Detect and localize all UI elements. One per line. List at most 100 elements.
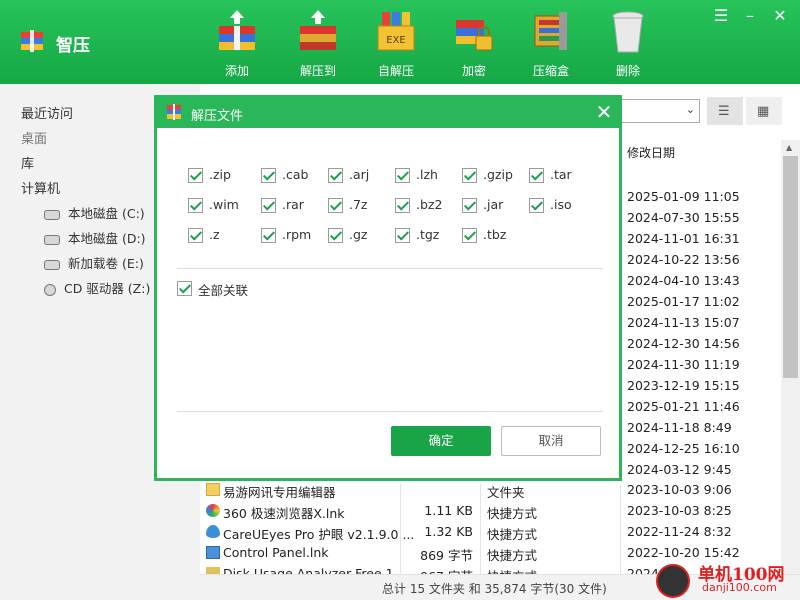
- file-size: 1.32 KB: [424, 524, 473, 539]
- extract-to-icon: [300, 10, 336, 50]
- date-cell: 2024-11-01 16:31: [627, 231, 740, 246]
- checkbox-box[interactable]: [395, 198, 410, 213]
- app-logo-icon: [21, 30, 43, 52]
- checkbox-label: 全部关联: [198, 283, 249, 298]
- checkbox-label: .gz: [349, 227, 368, 242]
- checkbox-box[interactable]: [177, 281, 192, 296]
- table-row[interactable]: 易游网讯专用编辑器 文件夹 2023-10-03 9:06: [200, 480, 780, 501]
- compress-box-icon: [534, 12, 567, 50]
- vertical-scrollbar[interactable]: ▲: [781, 140, 800, 574]
- hard-drive-icon: [44, 209, 60, 220]
- sidebar-drive-z[interactable]: CD 驱动器 (Z:): [44, 278, 150, 297]
- minimize-icon[interactable]: –: [740, 6, 760, 26]
- browser-360-icon: [206, 504, 220, 517]
- checkbox-label: .jar: [483, 197, 504, 212]
- checkbox-label: .arj: [349, 167, 370, 182]
- eye-icon: [206, 525, 220, 538]
- dialog-close-icon[interactable]: ✕: [593, 100, 615, 124]
- checkbox-box[interactable]: [395, 228, 410, 243]
- sidebar-drive-d[interactable]: 本地磁盘 (D:): [44, 228, 146, 247]
- hard-drive-icon: [44, 234, 60, 245]
- grid-view-button[interactable]: ▦: [746, 97, 782, 125]
- add-button[interactable]: 添加: [205, 8, 269, 80]
- checkbox-box[interactable]: [188, 228, 203, 243]
- checkbox-box[interactable]: [395, 168, 410, 183]
- checkbox-label: .gzip: [483, 167, 513, 182]
- checkbox-box[interactable]: [261, 228, 276, 243]
- date-cell: 2024-03-12 9:45: [627, 462, 732, 477]
- file-date: 2022-11-24 8:32: [627, 524, 732, 539]
- file-type: 快捷方式: [487, 506, 538, 521]
- checkbox-box[interactable]: [328, 228, 343, 243]
- date-cell: 2025-01-09 11:05: [627, 189, 740, 204]
- checkbox-box[interactable]: [462, 168, 477, 183]
- sidebar-item-desktop[interactable]: 桌面: [21, 128, 47, 147]
- date-cell: 2024-10-22 13:56: [627, 252, 740, 267]
- app-title: 智压: [56, 36, 90, 56]
- checkbox-box[interactable]: [328, 198, 343, 213]
- date-cell: 2025-01-21 11:46: [627, 399, 740, 414]
- checkbox-box[interactable]: [188, 198, 203, 213]
- column-header-date[interactable]: 修改日期: [627, 144, 675, 161]
- path-dropdown[interactable]: ⌄: [618, 99, 700, 123]
- watermark-subtext: danji100.com: [702, 581, 777, 594]
- folder-icon: [206, 483, 220, 496]
- encrypt-button[interactable]: 加密: [442, 8, 506, 80]
- checkbox-box[interactable]: [462, 198, 477, 213]
- extract-to-label: 解压到: [299, 64, 336, 78]
- checkbox-box[interactable]: [328, 168, 343, 183]
- date-cell: 2024-12-30 14:56: [627, 336, 740, 351]
- encrypt-label: 加密: [461, 64, 486, 78]
- table-row[interactable]: 360 极速浏览器X.lnk 1.11 KB 快捷方式 2023-10-03 8…: [200, 501, 780, 522]
- checkbox-label: .cab: [282, 167, 309, 182]
- checkbox-label: .z: [209, 227, 220, 242]
- compress-box-button[interactable]: 压缩盒: [519, 8, 583, 80]
- checkbox-label: .tgz: [416, 227, 440, 242]
- file-date: 2023-10-03 9:06: [627, 482, 732, 497]
- checkbox-label: .tbz: [483, 227, 507, 242]
- checkbox-box[interactable]: [529, 198, 544, 213]
- self-extract-exe-icon: EXE: [377, 12, 415, 51]
- trash-icon: [612, 11, 644, 53]
- close-icon[interactable]: ✕: [770, 6, 790, 26]
- sidebar-item-recent[interactable]: 最近访问: [21, 103, 73, 122]
- scrollbar-thumb[interactable]: [783, 156, 798, 378]
- file-type: 快捷方式: [487, 566, 537, 574]
- checkbox-box[interactable]: [529, 168, 544, 183]
- sidebar-drive-e[interactable]: 新加载卷 (E:): [44, 253, 144, 272]
- list-view-button[interactable]: ☰: [707, 97, 743, 125]
- extract-to-button[interactable]: 解压到: [286, 8, 350, 80]
- status-text: 总计 15 文件夹 和 35,874 字节(30 文件): [382, 582, 607, 596]
- table-row[interactable]: CareUEyes Pro 护眼 v2.1.9.0 ... 1.32 KB 快捷…: [200, 522, 780, 543]
- scroll-up-icon[interactable]: ▲: [786, 143, 792, 152]
- sidebar-item-computer[interactable]: 计算机: [21, 178, 60, 197]
- list-view-icon: ☰: [718, 104, 730, 119]
- checkbox-box[interactable]: [188, 168, 203, 183]
- cancel-button[interactable]: 取消: [501, 426, 601, 456]
- self-extract-button[interactable]: EXE 自解压: [364, 8, 428, 80]
- checkbox-box[interactable]: [462, 228, 477, 243]
- encrypt-lock-icon: [456, 20, 493, 51]
- dialog-titlebar: 解压文件 ✕: [157, 98, 619, 128]
- checkbox-box[interactable]: [261, 198, 276, 213]
- sidebar-item-library[interactable]: 库: [21, 153, 34, 172]
- file-size: 967 字节: [420, 566, 473, 574]
- divider: [177, 411, 603, 412]
- checkbox-label: .zip: [209, 167, 231, 182]
- sidebar-drive-c[interactable]: 本地磁盘 (C:): [44, 203, 145, 222]
- date-cell: 2024-12-25 16:10: [627, 441, 740, 456]
- ok-button[interactable]: 确定: [391, 426, 491, 456]
- menu-icon[interactable]: ☰: [711, 6, 731, 26]
- date-cell: 2024-11-18 8:49: [627, 420, 732, 435]
- compress-box-label: 压缩盒: [532, 64, 569, 78]
- checkbox-box[interactable]: [261, 168, 276, 183]
- checkbox-label: .iso: [550, 197, 572, 212]
- drive-label: 本地磁盘 (D:): [68, 231, 146, 246]
- svg-text:EXE: EXE: [386, 35, 406, 46]
- delete-button[interactable]: 删除: [596, 8, 660, 80]
- file-type: 文件夹: [487, 485, 525, 500]
- delete-label: 删除: [615, 64, 640, 78]
- file-type: 快捷方式: [487, 548, 538, 563]
- checkbox-label: .rpm: [282, 227, 312, 242]
- file-size: 1.11 KB: [424, 503, 473, 518]
